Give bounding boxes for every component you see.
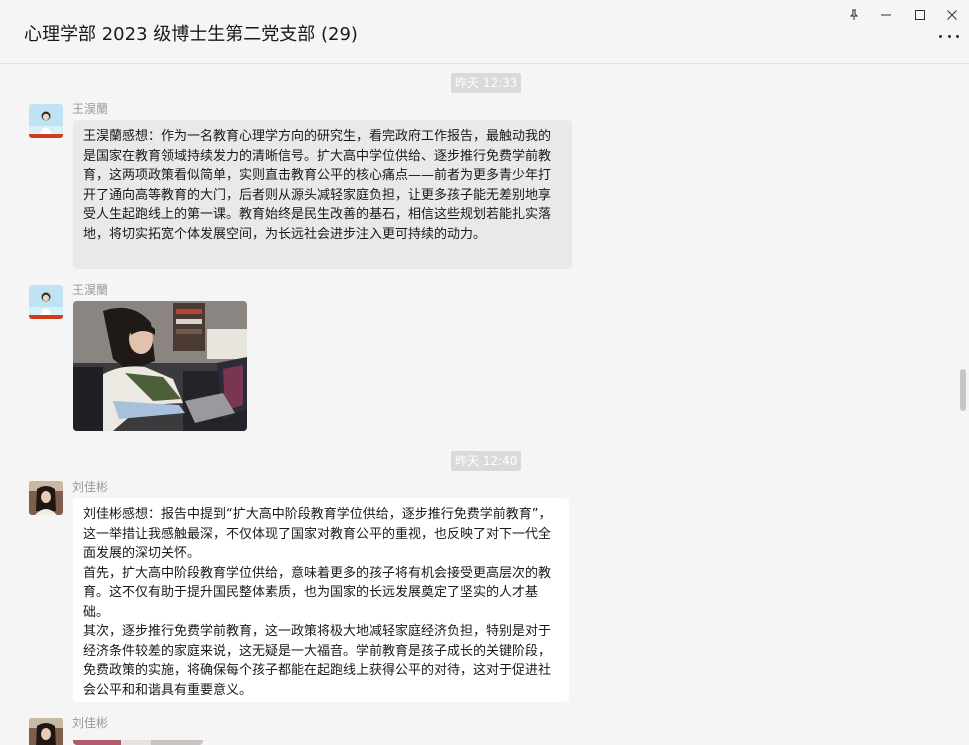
sender-name: 王淏蘭 [72, 102, 109, 116]
avatar[interactable] [29, 718, 63, 745]
message-text: 其次，逐步推行免费学前教育，这一政策将极大地减轻家庭经济负担，特别是对于经济条件… [83, 624, 552, 698]
message-bubble[interactable]: 王淏蘭感想：作为一名教育心理学方向的研究生，看完政府工作报告，最触动我的是国家在… [73, 120, 572, 269]
sender-name: 刘佳彬 [72, 716, 109, 730]
sender-name: 王淏蘭 [72, 283, 109, 297]
scrollbar[interactable] [960, 369, 966, 411]
maximize-icon[interactable] [909, 6, 931, 24]
timestamp: 昨天 12:40 [451, 451, 522, 471]
more-icon[interactable] [939, 28, 959, 44]
image-message[interactable] [73, 301, 247, 431]
close-icon[interactable] [941, 6, 963, 24]
chat-title: 心理学部 2023 级博士生第二党支部 (29) [24, 24, 358, 45]
sender-name: 刘佳彬 [72, 480, 109, 494]
pin-icon[interactable] [843, 6, 865, 24]
image-message[interactable] [73, 735, 203, 745]
message-text: 首先，扩大高中阶段教育学位供给，意味着更多的孩子将有机会接受更高层次的教育。这不… [83, 565, 552, 620]
avatar[interactable] [29, 285, 63, 319]
timestamp: 昨天 12:33 [451, 73, 522, 93]
avatar[interactable] [29, 104, 63, 138]
minimize-icon[interactable] [875, 6, 897, 24]
chat-header: 心理学部 2023 级博士生第二党支部 (29) [0, 0, 969, 64]
message-bubble[interactable]: 刘佳彬感想：报告中提到“扩大高中阶段教育学位供给，逐步推行免费学前教育”，这一举… [73, 498, 569, 702]
message-list[interactable]: 昨天 12:33 王淏蘭 王淏蘭感想：作为一名教育心理学方向的研究生，看完政府工… [0, 65, 969, 745]
message-text: 王淏蘭感想：作为一名教育心理学方向的研究生，看完政府工作报告，最触动我的是国家在… [83, 129, 552, 242]
message-text: 刘佳彬感想：报告中提到“扩大高中阶段教育学位供给，逐步推行免费学前教育”，这一举… [83, 507, 552, 561]
avatar[interactable] [29, 481, 63, 515]
